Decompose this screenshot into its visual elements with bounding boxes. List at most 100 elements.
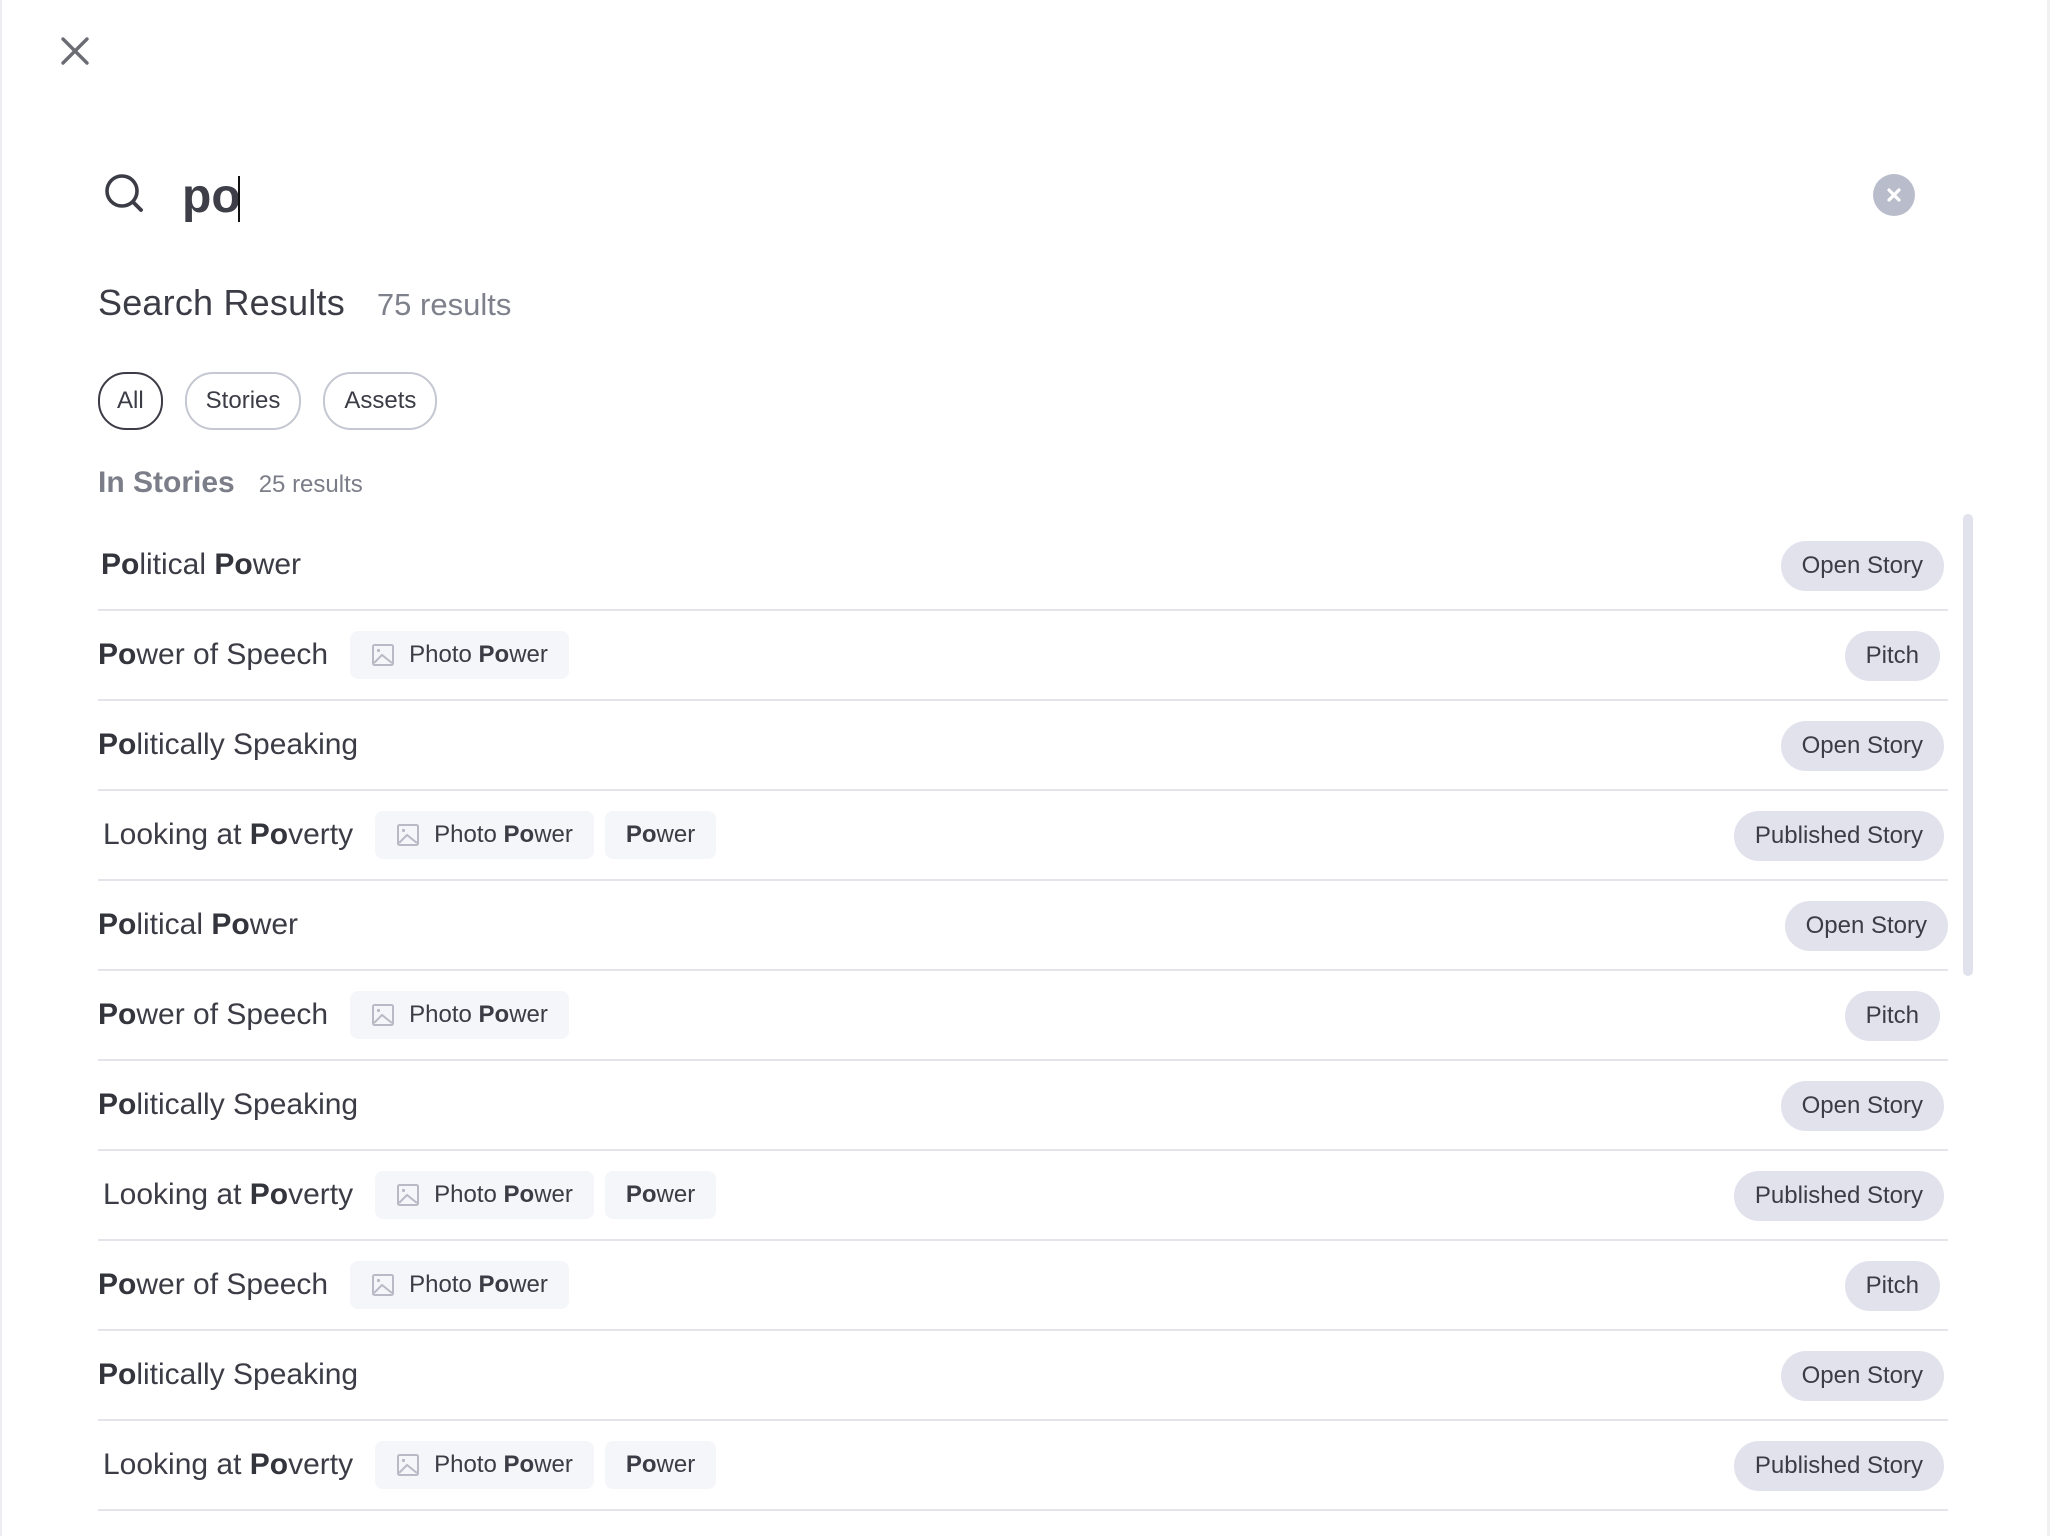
story-title: Power of Speech [98, 998, 328, 1032]
asset-tag[interactable]: Photo Power [350, 991, 569, 1039]
filter-chip-assets[interactable]: Assets [323, 372, 438, 430]
search-icon [105, 174, 143, 212]
image-icon [372, 1274, 395, 1296]
text-segment: Photo [434, 1181, 504, 1208]
story-title: Political Power [101, 548, 301, 582]
asset-tag-label: Photo Power [434, 1181, 573, 1209]
text-segment: verty [288, 1448, 354, 1481]
asset-tags: Photo Power [350, 991, 569, 1039]
filter-chip-all[interactable]: All [98, 372, 163, 430]
status-badge[interactable]: Published Story [1733, 1441, 1944, 1491]
results-list: Political Power Open Story Power of Speech… [98, 521, 1948, 1511]
clear-search-button[interactable] [1873, 174, 1915, 216]
asset-tag-label: Photo Power [434, 1451, 573, 1479]
story-title: Politically Speaking [98, 728, 358, 762]
match-highlight: Po [503, 821, 535, 848]
story-result-row[interactable]: Power of Speech Photo Power Pitch [98, 611, 1948, 701]
story-title: Politically Speaking [98, 1358, 358, 1392]
status-badge[interactable]: Open Story [1780, 721, 1944, 771]
text-segment: wer [509, 641, 548, 668]
asset-tags: Photo Power Power [375, 811, 717, 859]
text-caret [238, 176, 240, 222]
text-segment: litically Speaking [136, 728, 359, 761]
section-header-stories: In Stories 25 results [98, 466, 363, 500]
story-title: Looking at Poverty [103, 1448, 353, 1482]
status-badge[interactable]: Open Story [1784, 901, 1948, 951]
asset-tag-label: Photo Power [409, 641, 548, 669]
asset-tags: Photo Power [350, 1261, 569, 1309]
status-badge[interactable]: Open Story [1780, 1081, 1944, 1131]
text-segment: Photo [409, 1001, 479, 1028]
story-title: Politically Speaking [98, 1088, 358, 1122]
asset-tag[interactable]: Power [604, 811, 717, 859]
match-highlight: Po [625, 821, 657, 848]
story-result-row[interactable]: Power of Speech Photo Power Pitch [98, 971, 1948, 1061]
search-input[interactable] [182, 164, 1782, 228]
status-badge[interactable]: Pitch [1844, 1261, 1940, 1311]
page-edge [0, 0, 2, 1536]
text-segment: litically Speaking [136, 1358, 359, 1391]
scrollbar-thumb[interactable] [1963, 514, 1973, 976]
text-segment: Photo [434, 1451, 504, 1478]
story-title: Power of Speech [98, 638, 328, 672]
match-highlight: Po [98, 1358, 137, 1391]
filter-chip-stories[interactable]: Stories [184, 372, 302, 430]
match-highlight: Po [211, 908, 250, 941]
asset-tag[interactable]: Photo Power [375, 1171, 594, 1219]
text-segment: verty [288, 1178, 354, 1211]
story-result-row[interactable]: Looking at Poverty Photo Power Power Publis… [98, 1421, 1948, 1511]
asset-tag[interactable]: Power [604, 1441, 717, 1489]
text-segment: litically Speaking [136, 1088, 359, 1121]
story-result-row[interactable]: Political Power Open Story [98, 521, 1948, 611]
asset-tag[interactable]: Power [604, 1171, 717, 1219]
story-result-row[interactable]: Looking at Poverty Photo Power Power Publis… [98, 791, 1948, 881]
clear-circle-icon [1887, 188, 1901, 202]
text-segment: wer [534, 1181, 573, 1208]
asset-tag[interactable]: Photo Power [350, 631, 569, 679]
asset-tag-label: Power [626, 1181, 695, 1209]
section-count: 25 results [258, 471, 363, 498]
story-result-row[interactable]: Politically Speaking Open Story [98, 1331, 1948, 1421]
match-highlight: Po [478, 1001, 510, 1028]
close-button[interactable] [58, 34, 92, 68]
image-icon [397, 824, 420, 846]
asset-tag[interactable]: Photo Power [375, 811, 594, 859]
story-title: Looking at Poverty [103, 1178, 353, 1212]
story-result-row[interactable]: Political Power Open Story [98, 881, 1948, 971]
match-highlight: Po [478, 1271, 510, 1298]
asset-tags: Photo Power Power [375, 1441, 717, 1489]
status-badge[interactable]: Published Story [1733, 1171, 1944, 1221]
text-segment: wer of Speech [136, 1268, 329, 1301]
status-badge[interactable]: Pitch [1844, 991, 1940, 1041]
text-segment: wer of Speech [136, 998, 329, 1031]
results-title: Search Results [98, 282, 345, 323]
text-segment: Looking at [103, 1178, 250, 1211]
text-segment: litical [139, 548, 215, 581]
status-badge[interactable]: Open Story [1780, 1351, 1944, 1401]
match-highlight: Po [478, 641, 510, 668]
text-segment: wer [249, 908, 299, 941]
image-icon [397, 1184, 420, 1206]
status-badge[interactable]: Open Story [1780, 541, 1944, 591]
story-result-row[interactable]: Looking at Poverty Photo Power Power Publis… [98, 1151, 1948, 1241]
image-icon [372, 1004, 395, 1026]
asset-tag[interactable]: Photo Power [375, 1441, 594, 1489]
match-highlight: Po [625, 1451, 657, 1478]
story-result-row[interactable]: Politically Speaking Open Story [98, 1061, 1948, 1151]
match-highlight: Po [214, 548, 253, 581]
text-segment: wer [534, 821, 573, 848]
status-badge[interactable]: Published Story [1733, 811, 1944, 861]
asset-tag[interactable]: Photo Power [350, 1261, 569, 1309]
story-result-row[interactable]: Politically Speaking Open Story [98, 701, 1948, 791]
text-segment: wer [252, 548, 302, 581]
match-highlight: Po [98, 638, 137, 671]
text-segment: wer [509, 1271, 548, 1298]
story-result-row[interactable]: Po wer of Speech Photo Power Pitch [98, 1241, 1948, 1331]
image-icon [372, 644, 395, 666]
results-header: Search Results 75 results [98, 282, 511, 324]
text-segment: wer [656, 821, 696, 848]
section-title: In Stories [98, 466, 235, 499]
status-badge[interactable]: Pitch [1844, 631, 1940, 681]
match-highlight: Po [98, 908, 137, 941]
match-highlight: Po [249, 1448, 289, 1481]
